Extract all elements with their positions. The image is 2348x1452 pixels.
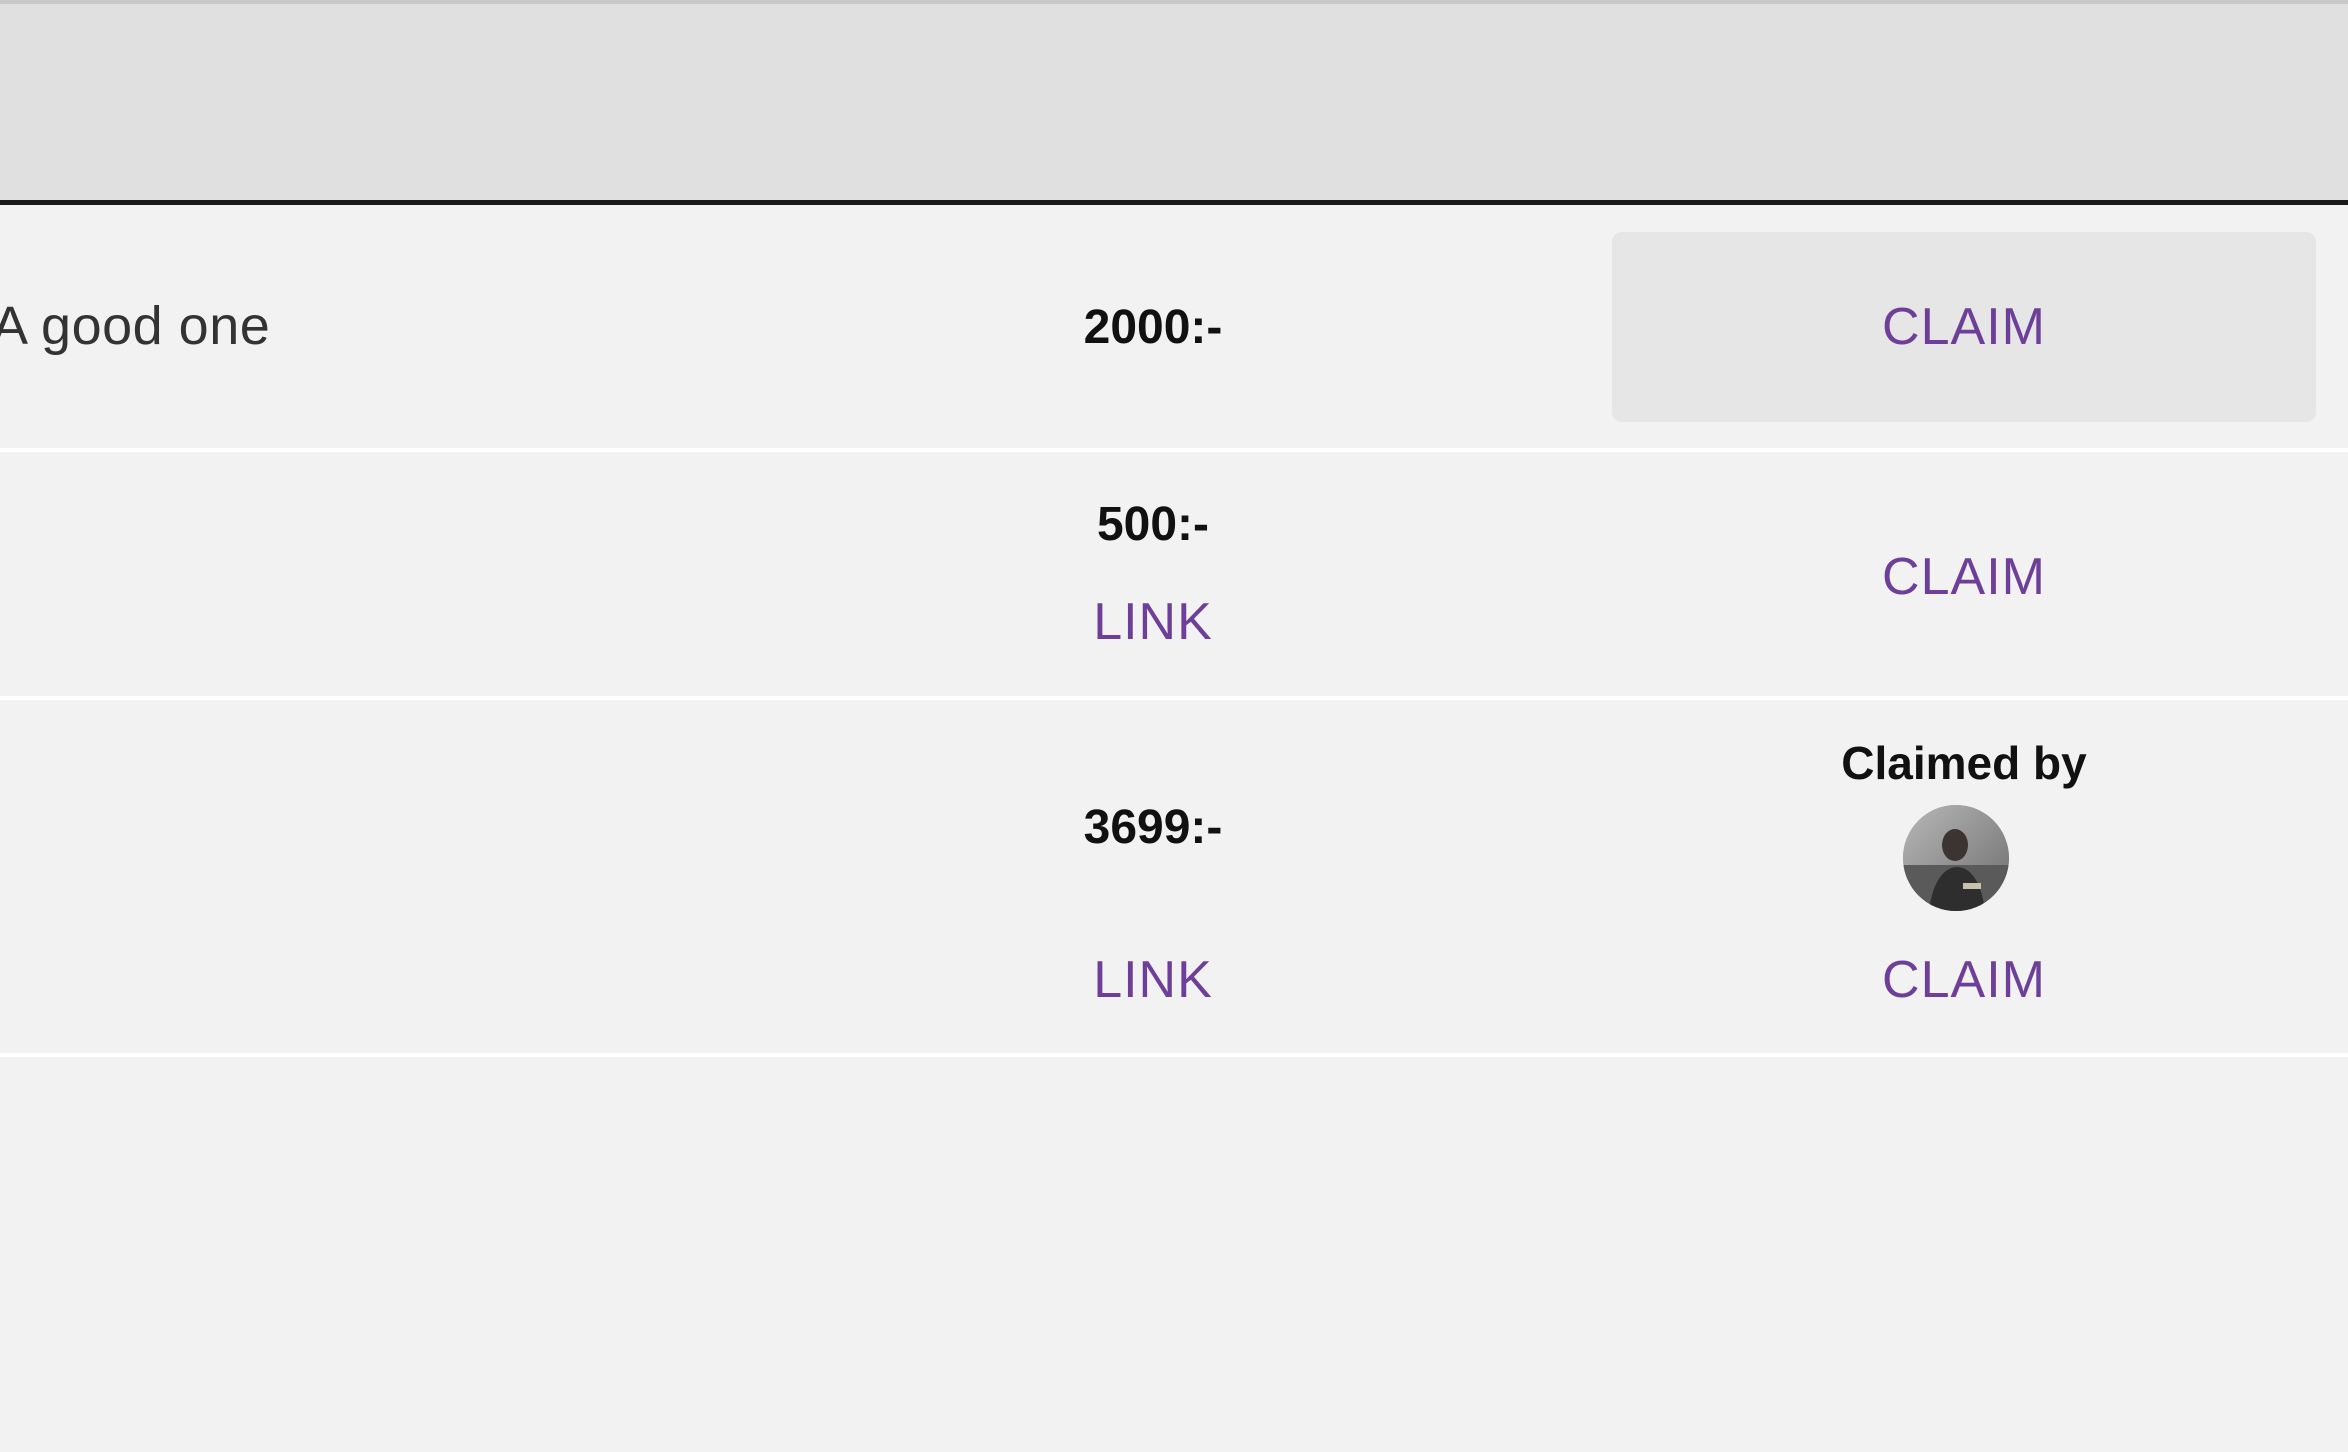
claim-button[interactable]: CLAIM	[1612, 547, 2316, 607]
header-divider	[0, 200, 2348, 205]
item-link[interactable]: LINK	[953, 950, 1353, 1010]
row-divider	[0, 1053, 2348, 1057]
table-header	[0, 4, 2348, 200]
row-divider	[0, 696, 2348, 700]
user-avatar-icon	[1903, 805, 2009, 911]
claimer-avatar	[1903, 805, 2009, 911]
wishlist-page: A good one 2000:- CLAIM 500:- LINK CLAIM…	[0, 0, 2348, 1452]
claimed-by-label: Claimed by	[1841, 737, 2087, 789]
claim-button[interactable]: CLAIM	[1612, 950, 2316, 1010]
row-divider	[0, 448, 2348, 452]
item-link[interactable]: LINK	[953, 592, 1353, 652]
claim-button[interactable]: CLAIM	[1612, 232, 2316, 422]
item-description: A good one	[0, 296, 271, 356]
item-price: 500:-	[1096, 498, 1210, 551]
item-price: 3699:-	[1083, 801, 1223, 854]
item-price: 2000:-	[1083, 301, 1223, 354]
